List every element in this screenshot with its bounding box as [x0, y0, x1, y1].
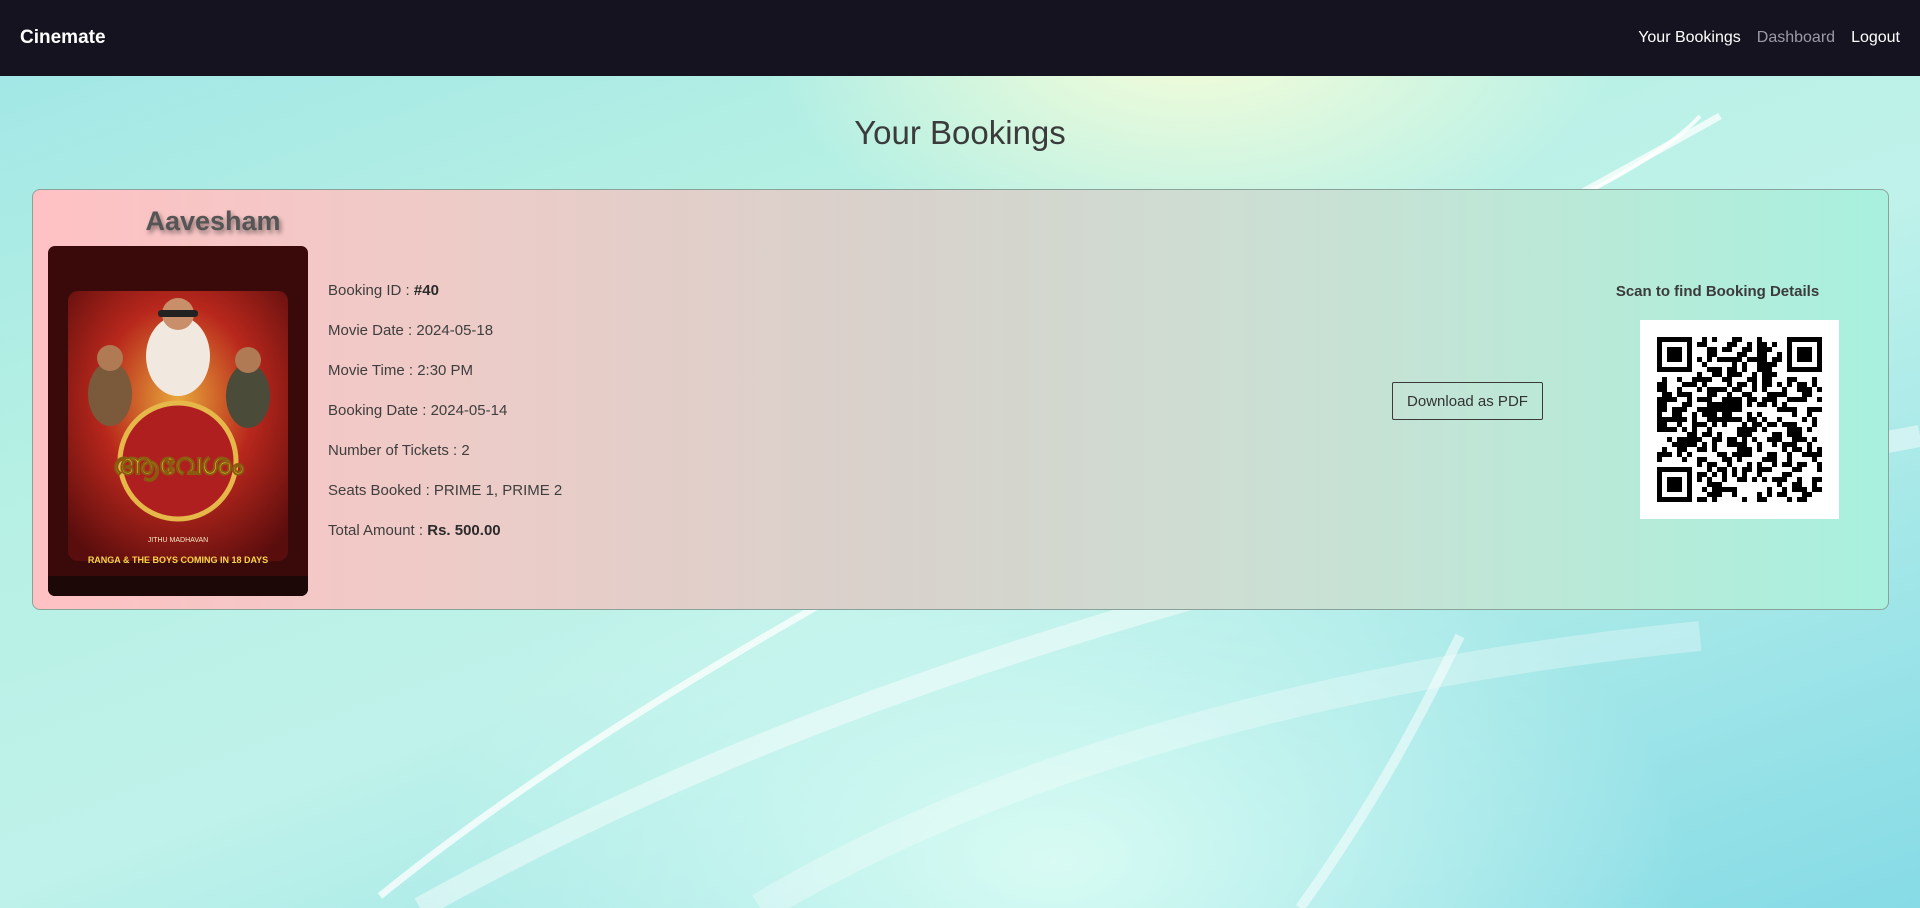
- detail-value: #40: [413, 282, 439, 299]
- qr-code-box: [1640, 320, 1839, 519]
- detail-label: Movie Date :: [328, 322, 417, 339]
- detail-label: Number of Tickets :: [328, 442, 462, 459]
- detail-label: Seats Booked :: [328, 482, 434, 499]
- qr-label: Scan to find Booking Details: [1615, 283, 1820, 300]
- movie-title: Aavesham: [145, 206, 281, 236]
- detail-value: 2024-05-18: [416, 322, 494, 339]
- detail-row: Total Amount : Rs. 500.00: [328, 521, 562, 561]
- detail-value: Rs. 500.00: [427, 522, 501, 539]
- booking-details: Booking ID : #40 Movie Date : 2024-05-18 M…: [328, 281, 562, 561]
- detail-row: Movie Date : 2024-05-18: [328, 321, 562, 361]
- nav-logout-link[interactable]: Logout: [1851, 29, 1900, 47]
- detail-value: 2:30 PM: [417, 362, 474, 379]
- page-title: Your Bookings: [854, 114, 1066, 151]
- detail-label: Booking ID :: [328, 282, 414, 299]
- nav-links: Your Bookings Dashboard Logout: [1638, 29, 1900, 47]
- detail-label: Movie Time :: [328, 362, 418, 379]
- detail-row: Seats Booked : PRIME 1, PRIME 2: [328, 481, 562, 521]
- download-pdf-button[interactable]: Download as PDF: [1392, 382, 1543, 420]
- detail-label: Total Amount :: [328, 522, 428, 539]
- detail-row: Booking Date : 2024-05-14: [328, 401, 562, 441]
- detail-label: Booking Date :: [328, 402, 431, 419]
- poster-tagline: RANGA & THE BOYS COMING IN 18 DAYS: [88, 555, 268, 565]
- booking-card: Aavesham ആവേശം JITHU MADHAVAN RANGA & TH…: [32, 189, 1889, 610]
- detail-value: 2024-05-14: [430, 402, 508, 419]
- brand-link[interactable]: Cinemate: [20, 27, 106, 49]
- poster-director: JITHU MADHAVAN: [148, 537, 208, 544]
- detail-row: Booking ID : #40: [328, 281, 562, 321]
- nav-dashboard-link[interactable]: Dashboard: [1757, 29, 1835, 47]
- detail-row: Number of Tickets : 2: [328, 441, 562, 481]
- detail-row: Movie Time : 2:30 PM: [328, 361, 562, 401]
- navbar: Cinemate Your Bookings Dashboard Logout: [0, 0, 1920, 76]
- nav-your-bookings-link[interactable]: Your Bookings: [1638, 29, 1741, 47]
- detail-value: PRIME 1, PRIME 2: [433, 482, 563, 499]
- detail-value: 2: [461, 442, 470, 459]
- movie-poster: ആവേശം JITHU MADHAVAN RANGA & THE BOYS CO…: [48, 246, 308, 596]
- qr-code-icon: [1657, 337, 1822, 502]
- poster-title-art: ആവേശം: [113, 447, 245, 482]
